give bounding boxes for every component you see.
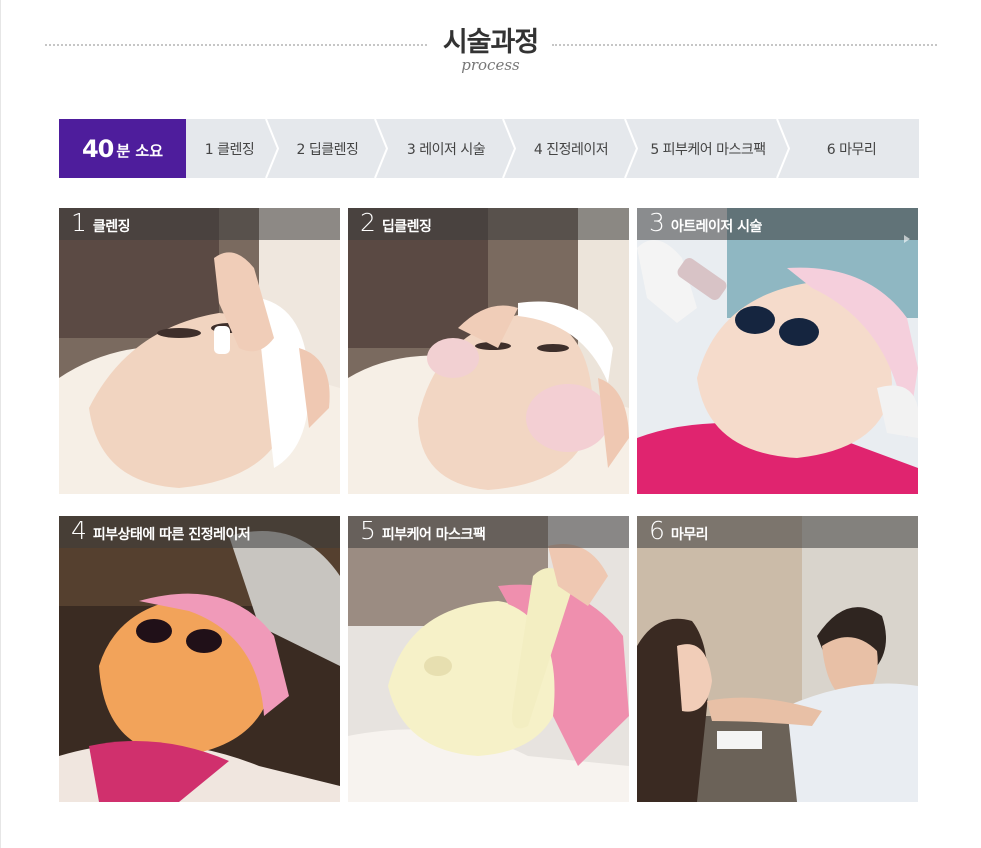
process-steps-bar: 40 분 소요 1 클렌징 2 딥클렌징 3 레이저 시술 4 진정레이저 5 … [59,119,919,178]
section-header: 시술과정 process [0,14,981,84]
chevron-right-icon [502,119,516,178]
cleansing-photo [59,208,340,494]
section-title: 시술과정 [442,27,539,58]
caption-number: 4 [71,516,87,545]
duration-badge: 40 분 소요 [59,119,186,178]
duration-number: 40 [81,134,114,163]
caption-number: 6 [649,516,665,545]
step-laser: 3 레이저 시술 [382,119,516,178]
caption-text: 아트레이저 시술 [670,219,763,235]
step-label: 3 레이저 시술 [406,141,486,158]
step-label: 5 피부케어 마스크팩 [650,141,766,158]
photo-caption: 2 딥클렌징 [348,208,629,240]
photo-deep-cleansing: 2 딥클렌징 [348,208,629,494]
chevron-right-icon [624,119,638,178]
consultation-photo [637,516,918,802]
caption-arrow-icon [904,235,910,243]
photo-cleansing: 1 클렌징 [59,208,340,494]
caption-text: 피부상태에 따른 진정레이저 [92,527,251,543]
step-deep-cleansing: 2 딥클렌징 [273,119,388,178]
chevron-right-icon [265,119,279,178]
duration-unit: 분 소요 [116,142,164,160]
step-label: 2 딥클렌징 [296,141,359,158]
section-subtitle: process [461,56,520,74]
step-label: 6 마무리 [826,141,877,158]
caption-text: 피부케어 마스크팩 [381,527,486,543]
photo-art-laser: 3 아트레이저 시술 [637,208,918,494]
chevron-right-icon [776,119,790,178]
soothing-laser-photo [59,516,340,802]
step-label: 1 클렌징 [204,141,255,158]
step-cleansing: 1 클렌징 [186,119,279,178]
photo-caption: 4 피부상태에 따른 진정레이저 [59,516,340,548]
caption-number: 3 [649,208,665,237]
chevron-right-icon [374,119,388,178]
mask-pack-photo [348,516,629,802]
photo-caption: 3 아트레이저 시술 [637,208,918,243]
photo-finish: 6 마무리 [637,516,918,802]
step-soothing-laser: 4 진정레이저 [510,119,638,178]
photo-caption: 6 마무리 [637,516,918,548]
photo-soothing-laser: 4 피부상태에 따른 진정레이저 [59,516,340,802]
step-label: 4 진정레이저 [533,141,609,158]
caption-number: 1 [71,208,87,237]
photo-caption: 1 클렌징 [59,208,340,240]
photo-caption: 5 피부케어 마스크팩 [348,516,629,548]
page-border [0,0,1,848]
caption-text: 마무리 [670,527,709,543]
caption-number: 2 [360,208,376,237]
caption-text: 클렌징 [92,219,131,235]
step-finish: 6 마무리 [784,119,919,178]
caption-number: 5 [360,516,376,545]
photo-mask-pack: 5 피부케어 마스크팩 [348,516,629,802]
caption-text: 딥클렌징 [381,219,432,235]
step-mask-pack: 5 피부케어 마스크팩 [632,119,790,178]
deep-cleansing-photo [348,208,629,494]
laser-treatment-photo [637,208,918,494]
